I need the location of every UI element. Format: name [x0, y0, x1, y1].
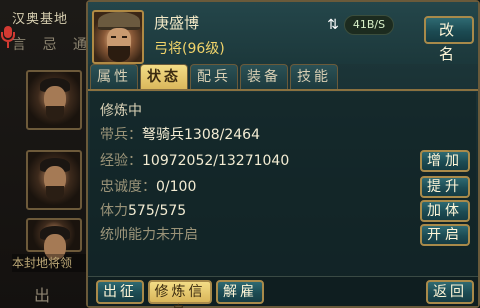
general-header: 庚盛博 弓将(96级) ⇅ 41B/S 改 名: [88, 2, 478, 64]
stamina-label: 体力: [100, 203, 128, 219]
general-detail-dialog: 庚盛博 弓将(96级) ⇅ 41B/S 改 名 属性 状态 配兵 装备 技能 修…: [86, 0, 480, 308]
back-button[interactable]: 返回: [426, 280, 474, 304]
status-section-title: 修炼中: [100, 103, 142, 119]
training-info-button[interactable]: 修炼信息: [148, 280, 212, 308]
tab-status[interactable]: 状态: [140, 64, 188, 90]
dismiss-button[interactable]: 解雇: [216, 280, 264, 304]
network-speed-badge: 41B/S: [344, 15, 394, 35]
loyalty-label: 忠诚度：: [100, 179, 156, 195]
loyalty-value: 0/100: [156, 179, 197, 195]
command-text: 统帅能力未开启: [100, 227, 198, 243]
stamina-row: 体力575/575: [100, 200, 186, 220]
enable-command-button[interactable]: 开启: [420, 224, 470, 246]
deploy-button[interactable]: 出征: [96, 280, 144, 304]
general-avatar: [92, 10, 144, 64]
tab-equipment[interactable]: 装备: [240, 64, 288, 90]
background-tabs: 言 忌 通: [12, 37, 92, 53]
exp-value: 10972052/13271040: [142, 153, 290, 169]
troops-row: 带兵：弩骑兵1308/2464: [100, 124, 260, 144]
rename-button[interactable]: 改 名: [424, 16, 474, 63]
tab-attributes[interactable]: 属性: [90, 64, 138, 90]
exp-row: 经验：10972052/13271040: [100, 150, 289, 170]
background-general-list: 汉奥基地 言 忌 通 本封地将领 出 征: [0, 0, 102, 308]
add-stamina-button[interactable]: 加体: [420, 200, 470, 222]
sync-arrows-icon: ⇅: [327, 17, 339, 33]
exp-label: 经验：: [100, 153, 142, 169]
loyalty-row: 忠诚度：0/100: [100, 176, 196, 196]
stamina-value: 575/575: [128, 203, 187, 219]
upgrade-button[interactable]: 提升: [420, 176, 470, 198]
troops-label: 带兵：: [100, 127, 142, 143]
add-loyalty-button[interactable]: 增加: [420, 150, 470, 172]
tab-skills[interactable]: 技能: [290, 64, 338, 90]
bottom-bar: [88, 276, 478, 306]
command-row: 统帅能力未开启: [100, 224, 198, 244]
background-deploy-label: 出 征: [33, 286, 64, 305]
background-portrait[interactable]: [26, 218, 82, 260]
tab-divider: [88, 89, 478, 91]
general-name: 庚盛博: [154, 14, 200, 32]
general-rank: 弓将(96级): [154, 41, 225, 57]
status-panel: 修炼中 带兵：弩骑兵1308/2464 经验：10972052/13271040…: [90, 92, 476, 276]
troops-value: 弩骑兵1308/2464: [142, 127, 260, 143]
background-portrait[interactable]: [26, 150, 82, 210]
tab-troops[interactable]: 配兵: [190, 64, 238, 90]
background-portrait[interactable]: [26, 70, 82, 130]
